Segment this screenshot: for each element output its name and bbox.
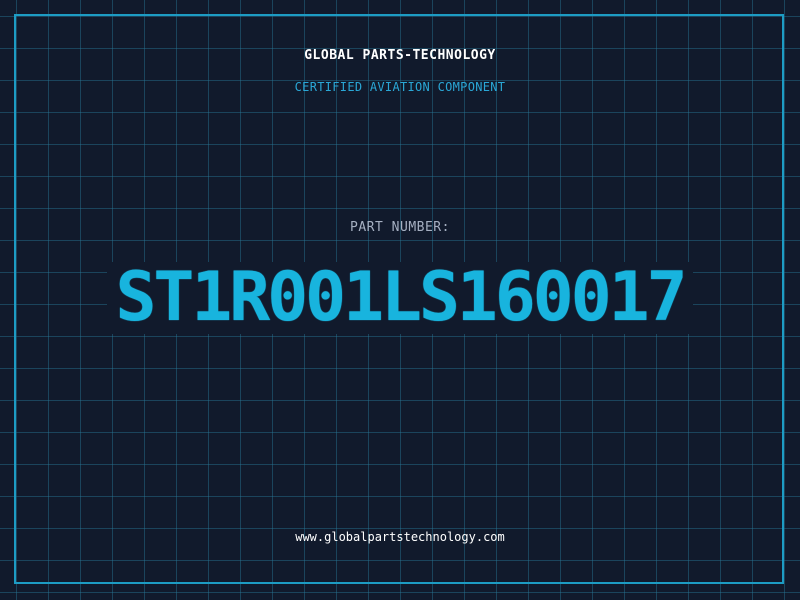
company-name: GLOBAL PARTS-TECHNOLOGY xyxy=(304,48,496,63)
website-url: www.globalpartstechnology.com xyxy=(295,530,505,544)
part-number-label: PART NUMBER: xyxy=(350,220,450,235)
part-number-container: ST1R001LS160017 xyxy=(0,262,800,334)
part-number-value: ST1R001LS160017 xyxy=(107,262,693,334)
certification-tagline: CERTIFIED AVIATION COMPONENT xyxy=(294,80,506,94)
